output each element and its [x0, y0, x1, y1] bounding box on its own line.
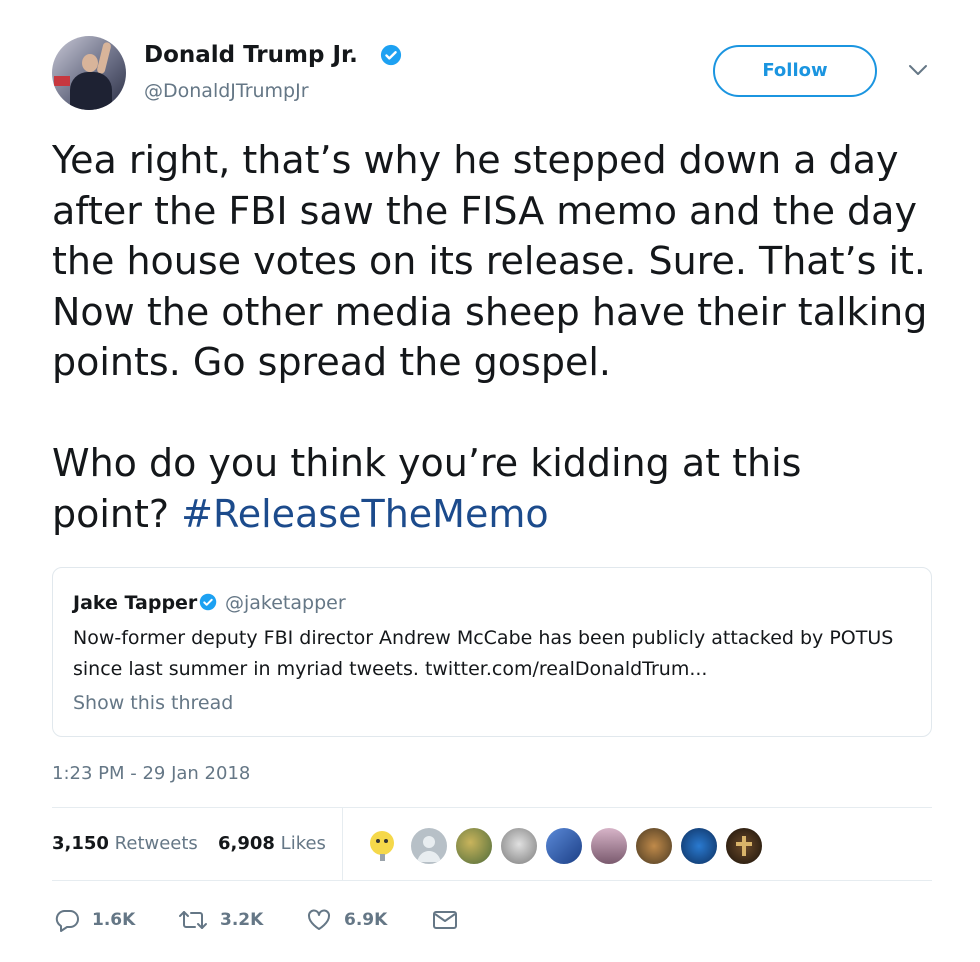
follow-button[interactable]: Follow: [713, 45, 877, 97]
liker-avatar[interactable]: [589, 826, 629, 866]
author-handle[interactable]: @DonaldJTrumpJr: [144, 78, 309, 104]
liker-avatar[interactable]: [499, 826, 539, 866]
divider: [52, 880, 932, 881]
liker-avatar[interactable]: [724, 826, 764, 866]
reply-button[interactable]: 1.6K: [54, 905, 135, 935]
hashtag-link[interactable]: #ReleaseTheMemo: [181, 492, 548, 536]
retweet-button[interactable]: 3.2K: [178, 905, 263, 935]
quoted-tweet[interactable]: Jake Tapper @jaketapper Now-former deput…: [52, 567, 932, 737]
like-button[interactable]: 6.9K: [306, 905, 387, 935]
heart-icon: [308, 909, 330, 930]
divider: [52, 807, 932, 808]
liker-avatar[interactable]: [364, 826, 404, 866]
divider: [342, 808, 343, 880]
likes-count: 6,908: [218, 833, 275, 854]
author-name[interactable]: Donald Trump Jr.: [144, 40, 358, 70]
liker-avatar[interactable]: [679, 826, 719, 866]
retweet-icon: [179, 911, 207, 929]
reply-count: 1.6K: [92, 910, 136, 930]
reply-icon: [55, 910, 79, 932]
like-count: 6.9K: [344, 910, 388, 930]
verified-badge-icon: [380, 44, 402, 66]
liker-avatar[interactable]: [634, 826, 674, 866]
tweet-body: Yea right, that’s why he stepped down a …: [52, 138, 928, 536]
direct-message-button[interactable]: [432, 905, 470, 935]
retweets-label: Retweets: [114, 833, 198, 854]
liker-avatar[interactable]: [409, 826, 449, 866]
liker-avatar[interactable]: [544, 826, 584, 866]
retweet-count: 3.2K: [220, 910, 264, 930]
author-avatar[interactable]: [52, 36, 126, 110]
tweet-text: Yea right, that’s why he stepped down a …: [52, 135, 952, 539]
chevron-down-icon[interactable]: [907, 62, 929, 78]
verified-badge-icon: [199, 593, 217, 611]
envelope-icon: [433, 911, 457, 929]
retweets-count: 3,150: [52, 833, 109, 854]
show-thread-link[interactable]: Show this thread: [73, 690, 233, 716]
quoted-tweet-text: Now-former deputy FBI director Andrew Mc…: [73, 627, 894, 680]
tweet-timestamp[interactable]: 1:23 PM - 29 Jan 2018: [52, 761, 250, 787]
retweets-stat[interactable]: 3,150 Retweets: [52, 831, 198, 857]
liker-avatar[interactable]: [454, 826, 494, 866]
likes-label: Likes: [280, 833, 326, 854]
quoted-author-handle: @jaketapper: [225, 592, 346, 614]
quoted-author-name: Jake Tapper: [73, 592, 198, 614]
likes-stat[interactable]: 6,908 Likes: [218, 831, 326, 857]
